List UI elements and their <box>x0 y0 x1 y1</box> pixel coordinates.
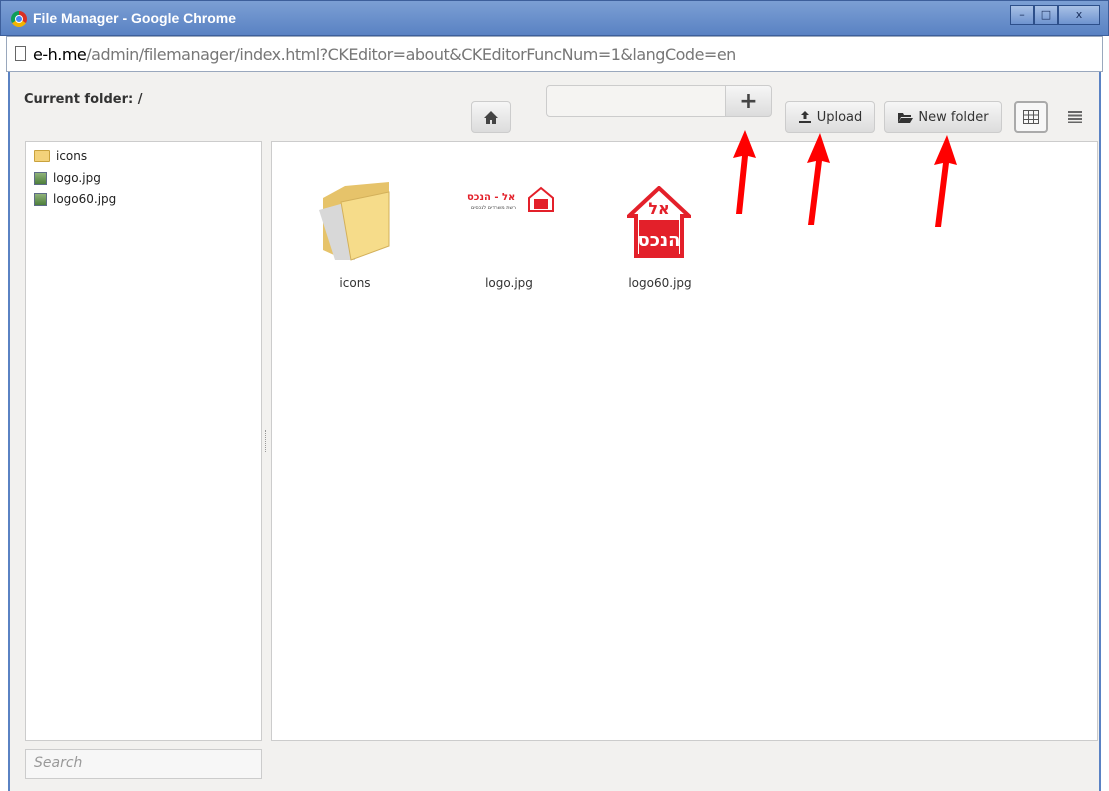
upload-icon <box>798 111 811 123</box>
address-bar[interactable]: e-h.me/admin/filemanager/index.html?CKEd… <box>6 36 1103 72</box>
window-titlebar: File Manager - Google Chrome – □ x <box>0 0 1109 36</box>
close-button[interactable]: x <box>1058 5 1100 25</box>
search-input[interactable]: Search <box>25 749 262 779</box>
file-name: icons <box>339 276 371 290</box>
logo60-bottom-text: הנכס <box>638 230 681 251</box>
url-text[interactable]: e-h.me/admin/filemanager/index.html?CKEd… <box>33 45 736 64</box>
new-folder-label: New folder <box>918 109 989 125</box>
grid-view-button[interactable] <box>1014 101 1048 133</box>
home-icon <box>484 110 498 124</box>
red-arrow-add <box>733 130 756 214</box>
file-item-logo60[interactable]: אל הנכס logo60.jpg <box>600 142 720 302</box>
logo-text: אל - הנכס <box>467 192 516 203</box>
red-arrow-new-folder <box>934 135 957 227</box>
image-file-icon <box>34 192 47 206</box>
folder-large-icon <box>319 182 390 261</box>
tree-item-icons[interactable]: icons <box>34 149 87 163</box>
tree-item-label: logo60.jpg <box>53 192 117 206</box>
list-view-button[interactable] <box>1056 101 1094 133</box>
folder-open-icon <box>898 112 914 123</box>
upload-label: Upload <box>816 109 863 125</box>
url-path: /admin/filemanager/index.html?CKEditor=a… <box>86 45 736 64</box>
logo60-thumbnail-icon: אל הנכס <box>627 186 691 258</box>
folder-icon <box>34 150 50 162</box>
list-icon <box>1068 111 1082 123</box>
file-name: logo.jpg <box>485 276 533 290</box>
url-domain: e-h.me <box>33 45 87 64</box>
logo-subtext: רשת משרדים לנכסים <box>471 205 516 211</box>
tree-item-label: icons <box>56 149 88 163</box>
home-button[interactable] <box>471 101 511 133</box>
minimize-button[interactable]: – <box>1010 5 1034 25</box>
file-name: logo60.jpg <box>628 276 692 290</box>
current-folder-value: / <box>137 92 143 107</box>
chrome-icon <box>11 11 27 27</box>
new-folder-button[interactable]: New folder <box>884 101 1002 133</box>
file-item-logo[interactable]: אל - הנכס רשת משרדים לנכסים logo.jpg <box>449 142 569 302</box>
maximize-button[interactable]: □ <box>1034 5 1058 25</box>
red-arrow-upload <box>807 133 830 225</box>
logo60-top-text: אל <box>648 199 669 218</box>
grid-icon <box>1023 110 1039 124</box>
add-button[interactable]: + <box>725 85 772 117</box>
house-logo-icon <box>528 186 554 212</box>
tree-item-logo60[interactable]: logo60.jpg <box>34 192 116 206</box>
file-item-icons[interactable]: icons <box>295 142 415 302</box>
panel-splitter[interactable] <box>265 430 268 452</box>
logo-thumbnail: אל - הנכס רשת משרדים לנכסים <box>467 186 555 214</box>
folder-tree-panel: icons logo.jpg logo60.jpg <box>25 141 262 741</box>
window-title: File Manager - Google Chrome <box>33 10 237 26</box>
file-grid-panel: icons אל - הנכס רשת משרדים לנכסים logo.j… <box>271 141 1098 741</box>
upload-button[interactable]: Upload <box>785 101 875 133</box>
tree-item-label: logo.jpg <box>53 171 101 185</box>
folder-name-input[interactable] <box>546 85 726 117</box>
current-folder-label: Current folder: <box>24 92 134 107</box>
current-folder: Current folder: / <box>24 92 143 107</box>
tree-item-logo[interactable]: logo.jpg <box>34 171 101 185</box>
page-icon <box>15 46 26 61</box>
image-file-icon <box>34 171 47 185</box>
